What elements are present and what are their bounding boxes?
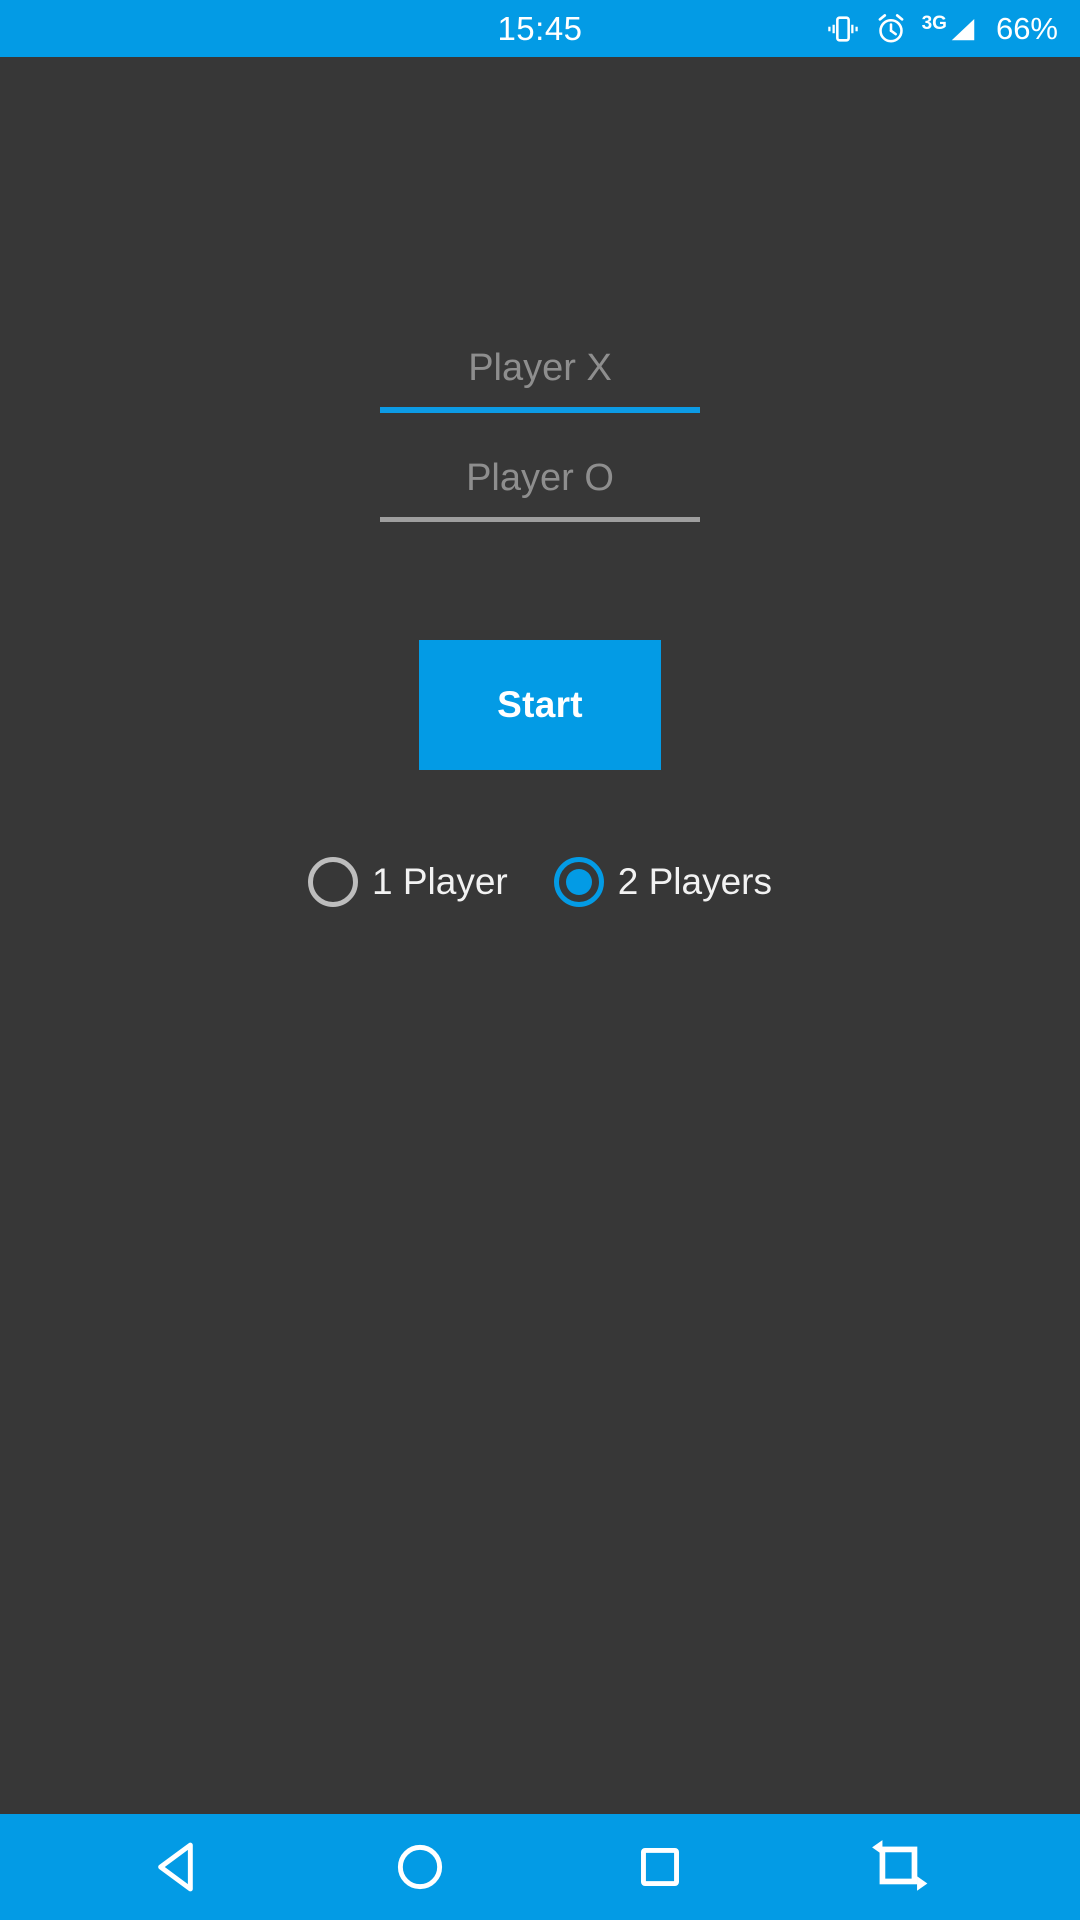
radio-dot-2-players	[565, 869, 592, 895]
back-icon[interactable]	[115, 1814, 245, 1920]
phone-screen: 15:45 3G 66% Player X Player O Start 1 P…	[0, 0, 1080, 1920]
signal-3g-icon: 3G	[922, 12, 978, 46]
player-o-underline	[380, 517, 700, 522]
recents-icon[interactable]	[595, 1814, 725, 1920]
vibrate-icon	[826, 12, 860, 46]
player-x-input[interactable]	[380, 345, 700, 407]
player-x-field-wrapper	[380, 345, 700, 413]
radio-label-2-players: 2 Players	[617, 861, 772, 902]
app-content: Start 1 Player 2 Players	[0, 57, 1080, 1814]
navigation-bar	[0, 1814, 1080, 1920]
radio-mark-2-players[interactable]	[553, 857, 604, 907]
start-button[interactable]: Start	[419, 640, 661, 770]
network-type-label: 3G	[921, 12, 947, 34]
alarm-clock-icon	[874, 12, 908, 46]
player-o-input[interactable]	[380, 455, 700, 517]
player-mode-radio-group: 1 Player 2 Players	[0, 857, 1080, 907]
status-bar-icons: 3G 66%	[826, 0, 1058, 57]
radio-option-2-players[interactable]: 2 Players	[553, 857, 772, 907]
battery-percentage-label: 66%	[995, 11, 1058, 46]
radio-option-1-player[interactable]: 1 Player	[308, 857, 508, 907]
status-bar: 15:45 3G 66%	[0, 0, 1080, 57]
radio-label-1-player: 1 Player	[372, 861, 508, 902]
player-x-underline	[380, 407, 700, 413]
rotate-screen-icon[interactable]	[835, 1814, 965, 1920]
home-icon[interactable]	[355, 1814, 485, 1920]
player-o-field-wrapper	[380, 455, 700, 522]
radio-dot-1-player	[320, 869, 346, 895]
radio-mark-1-player[interactable]	[308, 857, 359, 907]
